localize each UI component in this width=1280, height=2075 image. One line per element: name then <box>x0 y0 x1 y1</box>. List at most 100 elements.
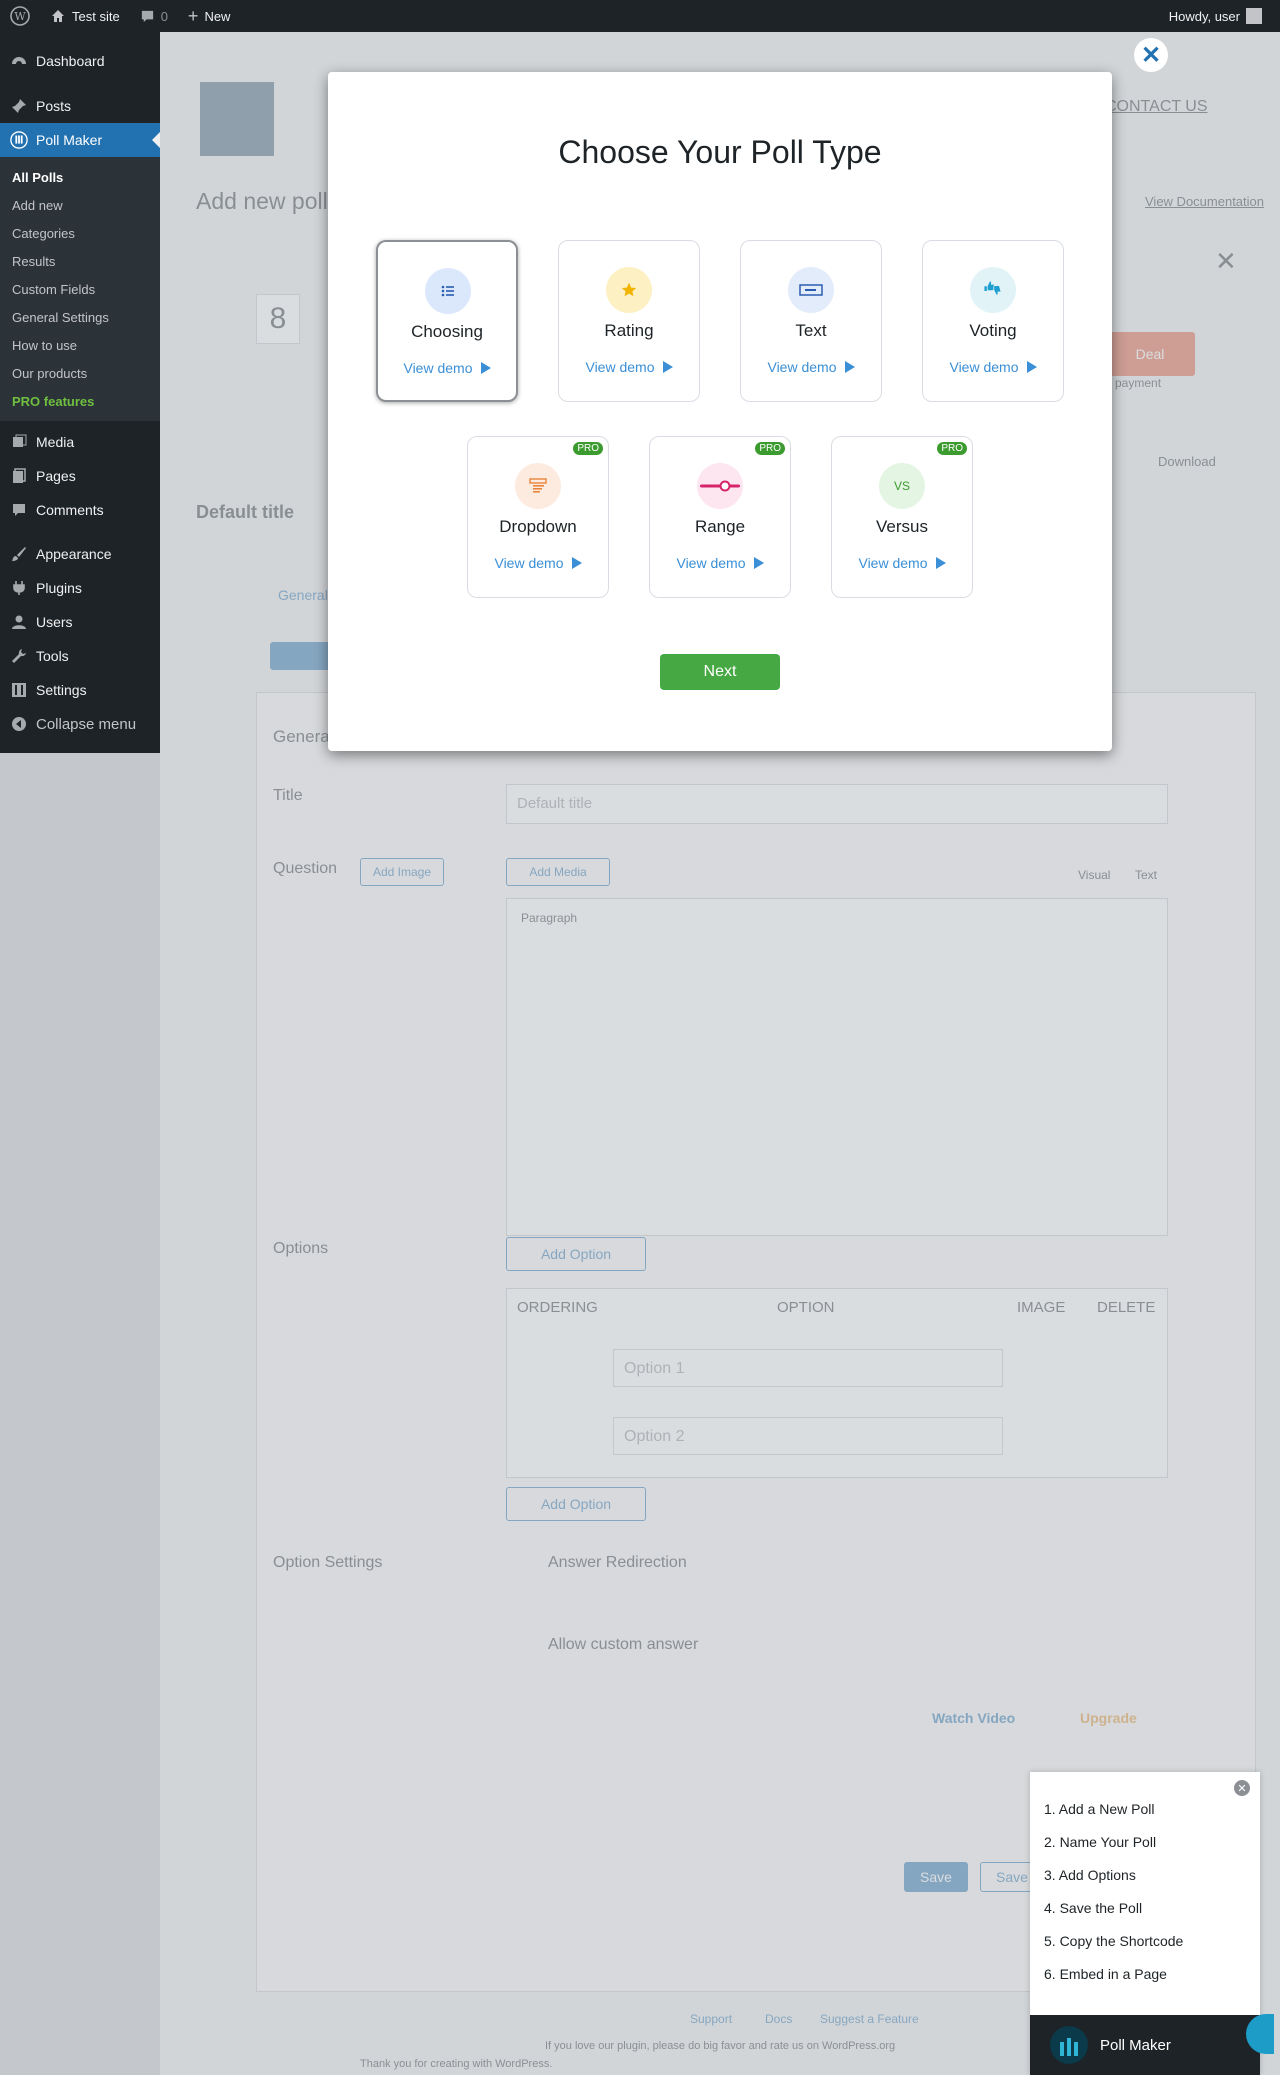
comment-icon <box>141 10 153 22</box>
pro-badge: PRO <box>936 441 968 456</box>
deal-button[interactable]: Deal <box>1105 332 1195 376</box>
guide-step[interactable]: 4. Save the Poll <box>1044 1891 1183 1924</box>
comments-link[interactable]: 0 <box>130 0 178 32</box>
upgrade-link[interactable]: Upgrade <box>1080 1710 1137 1726</box>
menu-label: Collapse menu <box>36 715 137 733</box>
footer-docs-link[interactable]: Docs <box>765 2012 792 2026</box>
menu-tools[interactable]: Tools <box>0 639 160 673</box>
menu-label: Users <box>36 614 73 630</box>
guide-brand: Poll Maker <box>1100 2036 1171 2054</box>
menu-label: Poll Maker <box>36 132 103 148</box>
guide-step[interactable]: 3. Add Options <box>1044 1858 1183 1891</box>
title-input[interactable]: Default title <box>506 784 1168 824</box>
view-demo-link[interactable]: View demo <box>559 359 699 375</box>
view-documentation-link[interactable]: View Documentation <box>1145 194 1264 209</box>
paragraph-select[interactable]: Paragraph <box>521 911 577 925</box>
menu-plugins[interactable]: Plugins <box>0 571 160 605</box>
comments-count: 0 <box>160 8 168 24</box>
collapse-icon <box>10 715 28 733</box>
default-title-heading: Default title <box>196 502 295 522</box>
guide-footer[interactable]: Poll Maker <box>1030 2015 1260 2075</box>
admin-bar: W Test site 0 + New Howdy, user <box>0 0 1280 32</box>
menu-poll-maker[interactable]: Poll Maker <box>0 123 160 157</box>
guide-step[interactable]: 6. Embed in a Page <box>1044 1957 1183 1990</box>
view-demo-link[interactable]: View demo <box>378 360 516 376</box>
menu-posts[interactable]: Posts <box>0 89 160 123</box>
footer-support-link[interactable]: Support <box>690 2012 732 2026</box>
add-media-button[interactable]: Add Media <box>506 858 610 886</box>
submenu-custom-fields[interactable]: Custom Fields <box>0 275 160 303</box>
option-1-input[interactable]: Option 1 <box>613 1349 1003 1387</box>
menu-appearance[interactable]: Appearance <box>0 537 160 571</box>
menu-users[interactable]: Users <box>0 605 160 639</box>
add-option-bottom-label: Add Option <box>540 1496 612 1512</box>
plugin-icon <box>10 579 28 597</box>
close-modal-button[interactable]: ✕ <box>1134 38 1168 72</box>
new-content-link[interactable]: + New <box>178 0 241 32</box>
close-guide-icon[interactable]: ✕ <box>1234 1780 1250 1796</box>
download-link[interactable]: Download <box>1158 454 1216 469</box>
menu-settings[interactable]: Settings <box>0 673 160 707</box>
close-banner-icon[interactable]: ✕ <box>1215 246 1237 277</box>
view-demo-label: View demo <box>403 360 473 376</box>
poll-type-rating[interactable]: Rating View demo <box>558 240 700 402</box>
guide-steps: 1. Add a New Poll 2. Name Your Poll 3. A… <box>1044 1792 1183 1990</box>
visual-tab[interactable]: Visual <box>1078 868 1110 882</box>
submenu-how-to-use[interactable]: How to use <box>0 331 160 359</box>
tab-save-button[interactable] <box>270 642 334 670</box>
guide-step[interactable]: 5. Copy the Shortcode <box>1044 1924 1183 1957</box>
view-demo-link[interactable]: View demo <box>468 555 608 571</box>
submenu-general-settings[interactable]: General Settings <box>0 303 160 331</box>
add-option-bottom-button[interactable]: Add Option <box>506 1487 646 1521</box>
submenu-categories[interactable]: Categories <box>0 219 160 247</box>
submenu-our-products[interactable]: Our products <box>0 359 160 387</box>
pro-badge: PRO <box>572 441 604 456</box>
submenu-add-new[interactable]: Add new <box>0 191 160 219</box>
menu-pages[interactable]: Pages <box>0 459 160 493</box>
contact-link[interactable]: CONTACT US <box>1105 98 1208 116</box>
guide-step[interactable]: 2. Name Your Poll <box>1044 1825 1183 1858</box>
option-2-input[interactable]: Option 2 <box>613 1417 1003 1455</box>
wordpress-logo-icon[interactable]: W <box>0 0 40 32</box>
add-option-top-button[interactable]: Add Option <box>506 1237 646 1271</box>
deal-label: Deal <box>1135 346 1165 362</box>
guide-step[interactable]: 1. Add a New Poll <box>1044 1792 1183 1825</box>
tab-general[interactable]: General <box>278 587 328 603</box>
footer-suggest-link[interactable]: Suggest a Feature <box>820 2012 919 2026</box>
poll-type-dropdown[interactable]: PRO Dropdown View demo <box>467 436 609 598</box>
poll-type-range[interactable]: PRO Range View demo <box>649 436 791 598</box>
my-account-link[interactable]: Howdy, user <box>1159 0 1272 32</box>
view-demo-link[interactable]: View demo <box>650 555 790 571</box>
option-2-text: Option 2 <box>624 1428 685 1445</box>
question-editor[interactable]: Paragraph <box>506 898 1168 1236</box>
submenu-results[interactable]: Results <box>0 247 160 275</box>
poll-type-voting[interactable]: Voting View demo <box>922 240 1064 402</box>
play-icon <box>753 557 764 569</box>
poll-type-name: Versus <box>876 517 928 536</box>
submenu-pro-features[interactable]: PRO features <box>0 387 160 415</box>
watch-video-link[interactable]: Watch Video <box>932 1710 1015 1726</box>
col-image: IMAGE <box>1017 1299 1066 1316</box>
site-name-link[interactable]: Test site <box>40 0 130 32</box>
add-image-button[interactable]: Add Image <box>360 858 444 886</box>
title-label: Title <box>273 787 303 804</box>
collapse-menu-button[interactable]: Collapse menu <box>0 707 160 741</box>
menu-media[interactable]: Media <box>0 425 160 459</box>
poll-type-versus[interactable]: PRO VS Versus View demo <box>831 436 973 598</box>
view-demo-link[interactable]: View demo <box>741 359 881 375</box>
poll-type-text[interactable]: Text View demo <box>740 240 882 402</box>
add-media-label: Add Media <box>529 865 587 879</box>
menu-dashboard[interactable]: Dashboard <box>0 44 160 78</box>
save-button[interactable]: Save <box>904 1862 968 1892</box>
menu-comments[interactable]: Comments <box>0 493 160 527</box>
poll-type-name: Voting <box>969 321 1017 340</box>
play-icon <box>571 557 582 569</box>
view-demo-link[interactable]: View demo <box>832 555 972 571</box>
play-icon <box>935 557 946 569</box>
submenu-all-polls[interactable]: All Polls <box>0 163 160 191</box>
poll-type-choosing[interactable]: Choosing View demo <box>376 240 518 402</box>
next-button[interactable]: Next <box>660 654 780 690</box>
view-demo-link[interactable]: View demo <box>923 359 1063 375</box>
media-icon <box>10 433 28 451</box>
text-tab[interactable]: Text <box>1135 868 1157 882</box>
